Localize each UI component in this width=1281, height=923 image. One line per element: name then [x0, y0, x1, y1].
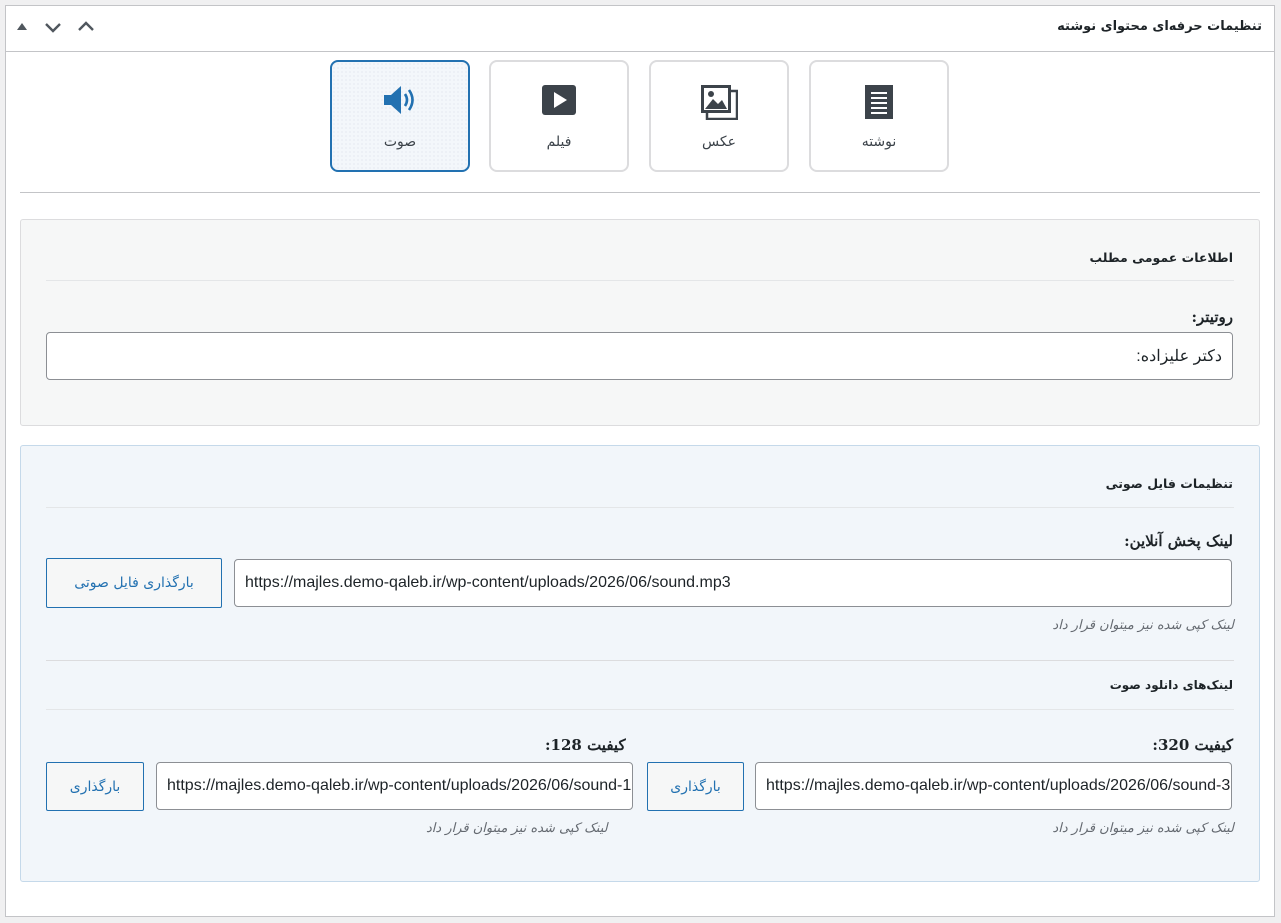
audio-settings-title: تنظیمات فایل صوتی: [1105, 476, 1233, 491]
rotitr-input[interactable]: دکتر علیزاده:: [46, 332, 1233, 380]
upload-128-button[interactable]: بارگذاری: [46, 762, 144, 811]
post-format-metabox: تنظیمات حرفه‌ای محتوای نوشته صوت: [5, 5, 1275, 917]
quality-320-help: لینک کپی شده نیز میتوان قرار داد: [1052, 821, 1234, 836]
metabox-title: تنظیمات حرفه‌ای محتوای نوشته: [1057, 19, 1262, 34]
gallery-icon: [700, 84, 739, 124]
format-standard[interactable]: نوشته: [809, 60, 949, 172]
online-link-input[interactable]: https://majles.demo-qaleb.ir/wp-content/…: [234, 559, 1232, 607]
download-links-title: لینک‌های دانلود صوت: [1109, 678, 1233, 692]
rotitr-label: روتیتر:: [1191, 308, 1233, 326]
metabox-header: تنظیمات حرفه‌ای محتوای نوشته: [6, 6, 1274, 52]
format-standard-label: نوشته: [861, 134, 897, 150]
format-audio-label: صوت: [383, 134, 417, 150]
format-video-label: فیلم: [546, 134, 572, 150]
general-info-section: اطلاعات عمومی مطلب روتیتر: دکتر علیزاده:: [20, 219, 1260, 426]
quality-128-help: لینک کپی شده نیز میتوان قرار داد: [426, 821, 608, 836]
section-divider: [46, 507, 1234, 508]
quality-320-input[interactable]: https://majles.demo-qaleb.ir/wp-content/…: [755, 762, 1232, 810]
online-link-help: لینک کپی شده نیز میتوان قرار داد: [1052, 618, 1234, 633]
format-gallery[interactable]: عکس: [649, 60, 789, 172]
move-up-icon[interactable]: [11, 16, 33, 38]
document-icon: [864, 84, 894, 124]
upload-320-button[interactable]: بارگذاری: [647, 762, 744, 811]
online-link-label: لینک پخش آنلاین:: [1124, 532, 1233, 550]
video-icon: [541, 84, 577, 120]
general-info-title: اطلاعات عمومی مطلب: [1089, 250, 1233, 265]
chevron-up-icon[interactable]: [75, 16, 97, 38]
quality-128-input[interactable]: https://majles.demo-qaleb.ir/wp-content/…: [156, 762, 633, 810]
quality-320-label: کیفیت 320:: [1152, 736, 1233, 754]
audio-icon: [382, 84, 418, 120]
chevron-down-icon[interactable]: [42, 16, 64, 38]
quality-128-label: کیفیت 128:: [545, 736, 626, 754]
format-audio[interactable]: صوت: [330, 60, 470, 172]
section-divider: [46, 709, 1234, 710]
section-divider: [46, 280, 1234, 281]
divider: [20, 192, 1260, 193]
upload-audio-button[interactable]: بارگذاری فایل صوتی: [46, 558, 222, 608]
format-selector: صوت فیلم عکس نوشته: [6, 60, 1274, 174]
audio-settings-section: تنظیمات فایل صوتی لینک پخش آنلاین: https…: [20, 445, 1260, 882]
format-gallery-label: عکس: [702, 134, 736, 150]
format-video[interactable]: فیلم: [489, 60, 629, 172]
section-divider: [46, 660, 1234, 661]
